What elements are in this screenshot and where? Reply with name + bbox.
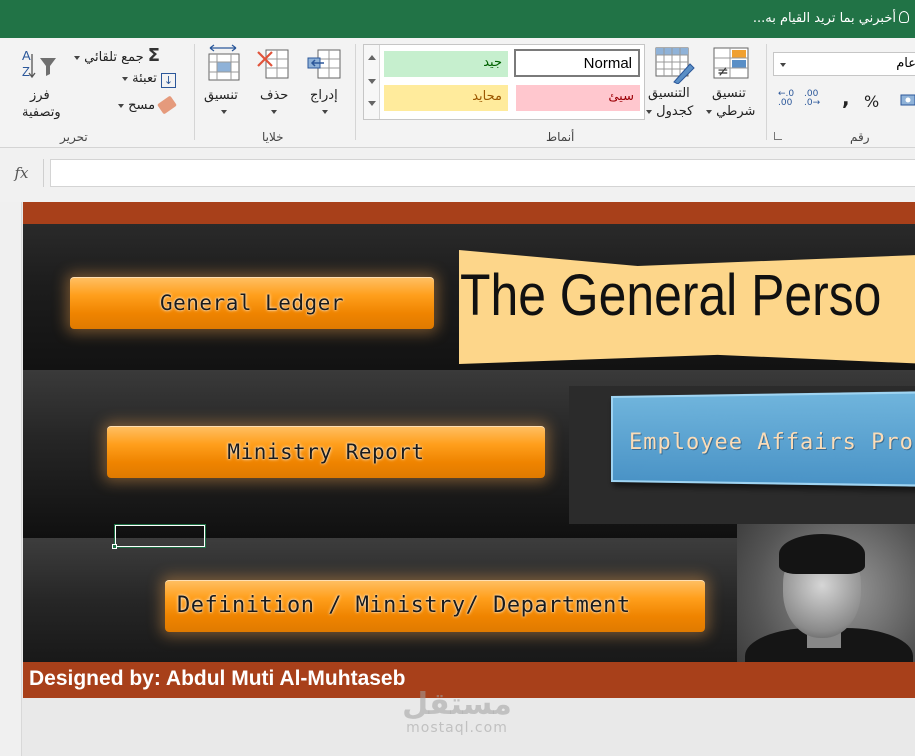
style-bad[interactable]: سيئ bbox=[516, 85, 640, 111]
eraser-icon bbox=[157, 95, 178, 115]
percent-style-button[interactable]: % bbox=[864, 92, 879, 111]
formula-input[interactable] bbox=[50, 159, 915, 187]
gallery-scroll[interactable] bbox=[364, 45, 380, 119]
chevron-down-icon bbox=[646, 109, 652, 114]
program-sign-title: Employee Affairs Prog bbox=[629, 430, 915, 455]
conditional-formatting-label-1[interactable]: تنسيق bbox=[712, 86, 746, 101]
increase-decimal-button[interactable]: .00.0→ bbox=[804, 90, 820, 108]
more-styles-icon[interactable] bbox=[368, 101, 376, 106]
clear-label: مسح bbox=[128, 98, 156, 113]
cells-group-label: خلايا bbox=[262, 130, 284, 144]
number-format-value: عام bbox=[896, 56, 915, 71]
tell-me-box[interactable]: أخبرني بما تريد القيام به... bbox=[753, 11, 909, 26]
watermark-url: mostaql.com bbox=[406, 720, 508, 736]
format-as-table-label-1[interactable]: التنسيق bbox=[648, 86, 690, 101]
worksheet[interactable]: The General Perso General Ledger Ministr… bbox=[0, 202, 915, 756]
editing-group-label: تحرير bbox=[60, 130, 88, 144]
style-good[interactable]: جيد bbox=[384, 51, 508, 77]
format-as-table-label-2-text: كجدول bbox=[656, 104, 694, 119]
scroll-up-icon[interactable] bbox=[368, 55, 376, 60]
styles-group-label: أنماط bbox=[546, 130, 575, 144]
number-format-select[interactable]: عام bbox=[773, 52, 915, 76]
conditional-formatting-label-2[interactable]: شرطي bbox=[706, 104, 755, 119]
fill-label: تعبئة bbox=[132, 71, 157, 86]
chevron-down-icon bbox=[118, 103, 124, 108]
insert-cells-button[interactable]: إدراج bbox=[310, 88, 338, 103]
sort-filter-label-1[interactable]: فرز bbox=[30, 88, 50, 103]
sort-filter-icon[interactable]: A Z bbox=[20, 46, 62, 86]
chevron-down-icon bbox=[780, 63, 786, 67]
svg-text:≠: ≠ bbox=[717, 64, 729, 80]
banner-title: The General Perso bbox=[460, 263, 882, 328]
delete-cells-button[interactable]: حذف bbox=[260, 88, 288, 103]
general-ledger-button[interactable]: General Ledger bbox=[70, 277, 434, 329]
tell-me-text: أخبرني بما تريد القيام به... bbox=[752, 11, 896, 26]
fill-handle[interactable] bbox=[112, 544, 117, 549]
separator bbox=[355, 44, 356, 140]
insert-cells-icon[interactable] bbox=[306, 44, 342, 84]
svg-text:A: A bbox=[22, 48, 31, 63]
cell-styles-gallery[interactable]: Normal جيد سيئ محايد bbox=[363, 44, 645, 120]
chevron-down-icon bbox=[74, 55, 80, 60]
comma-style-button[interactable]: , bbox=[842, 86, 850, 110]
format-cells-button[interactable]: تنسيق bbox=[204, 88, 238, 103]
chevron-down-icon bbox=[706, 109, 712, 114]
fill-button[interactable]: تعبئة ↓ bbox=[122, 71, 176, 88]
conditional-formatting-icon[interactable]: ≠ bbox=[710, 44, 754, 84]
format-as-table-label-2[interactable]: كجدول bbox=[646, 104, 693, 119]
ministry-report-button[interactable]: Ministry Report bbox=[107, 426, 545, 478]
lightbulb-icon bbox=[899, 11, 909, 23]
sort-filter-label-2[interactable]: وتصفية bbox=[22, 105, 61, 120]
chevron-down-icon bbox=[122, 76, 128, 81]
format-as-table-icon[interactable] bbox=[652, 44, 696, 85]
sigma-icon: Σ bbox=[147, 45, 161, 66]
dashboard-canvas: The General Perso General Ledger Ministr… bbox=[23, 202, 915, 698]
currency-format-icon[interactable] bbox=[900, 92, 915, 106]
autosum-label: جمع تلقائي bbox=[84, 50, 144, 65]
autosum-button[interactable]: جمع تلقائي Σ bbox=[74, 45, 160, 66]
insert-function-button[interactable]: fx bbox=[0, 159, 44, 187]
definition-ministry-department-button[interactable]: Definition / Ministry/ Department bbox=[165, 580, 705, 632]
row-header-strip bbox=[0, 202, 22, 756]
mostaql-watermark: مستقل mostaql.com bbox=[398, 687, 516, 737]
watermark-arabic: مستقل bbox=[402, 687, 512, 722]
scroll-down-icon[interactable] bbox=[368, 79, 376, 84]
chevron-down-icon bbox=[271, 110, 277, 114]
chevron-down-icon bbox=[221, 110, 227, 114]
number-group-label: رقم bbox=[850, 130, 870, 144]
top-accent-band bbox=[23, 202, 915, 224]
delete-cells-icon[interactable] bbox=[256, 44, 292, 84]
ribbon: A Z فرز وتصفية جمع تلقائي Σ تعبئة ↓ مسح … bbox=[0, 38, 915, 148]
selected-cell[interactable] bbox=[114, 524, 206, 548]
designed-by-text: Designed by: Abdul Muti Al-Muhtaseb bbox=[29, 667, 406, 690]
style-neutral[interactable]: محايد bbox=[384, 85, 508, 111]
conditional-formatting-label-2-text: شرطي bbox=[716, 104, 756, 119]
title-bar: أخبرني بما تريد القيام به... bbox=[0, 0, 915, 38]
chevron-down-icon bbox=[322, 110, 328, 114]
format-cells-icon[interactable] bbox=[206, 44, 242, 84]
style-normal[interactable]: Normal bbox=[514, 49, 640, 77]
formula-bar: fx bbox=[0, 148, 915, 202]
photo-hair bbox=[779, 534, 865, 574]
number-dialog-launcher-icon[interactable] bbox=[774, 132, 782, 140]
separator bbox=[194, 44, 195, 140]
separator bbox=[766, 44, 767, 140]
fill-down-icon: ↓ bbox=[161, 73, 176, 88]
decrease-decimal-button[interactable]: ←.0.00 bbox=[778, 90, 794, 108]
svg-text:Z: Z bbox=[22, 64, 30, 79]
clear-button[interactable]: مسح bbox=[118, 95, 178, 115]
